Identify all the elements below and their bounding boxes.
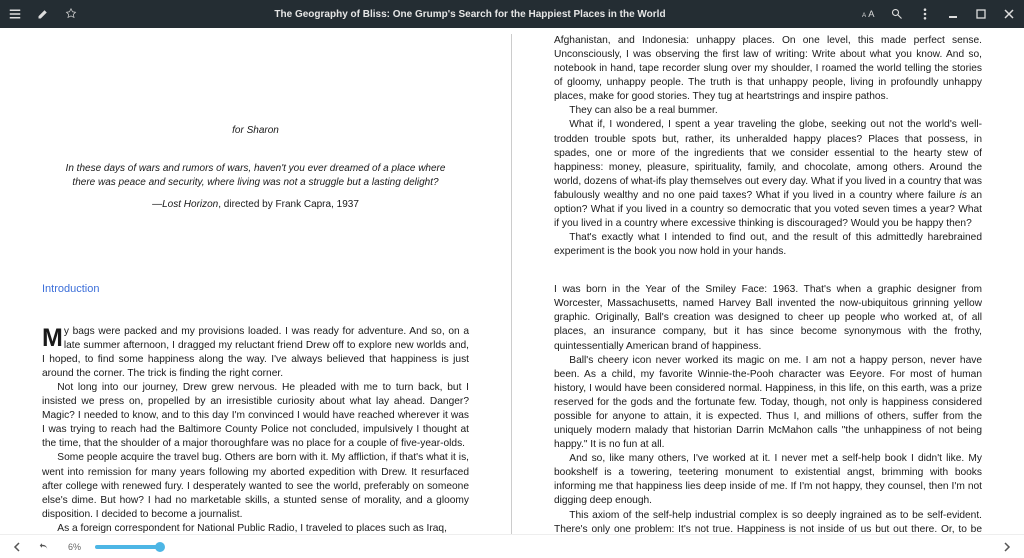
paragraph-2: Not long into our journey, Drew grew ner… (42, 381, 469, 451)
star-icon[interactable] (64, 7, 78, 21)
paragraph-10: Ball's cheery icon never worked its magi… (554, 354, 982, 453)
svg-text:A: A (862, 12, 867, 19)
paragraph-1: My bags were packed and my provisions lo… (42, 325, 469, 381)
minimize-icon[interactable] (946, 7, 960, 21)
slider-thumb[interactable] (155, 542, 165, 552)
window-title: The Geography of Bliss: One Grump's Sear… (78, 9, 862, 20)
p7-a: What if, I wondered, I spent a year trav… (554, 119, 982, 200)
paragraph-3: Some people acquire the travel bug. Othe… (42, 451, 469, 521)
paragraph-8: That's exactly what I intended to find o… (554, 231, 982, 259)
search-icon[interactable] (890, 7, 904, 21)
footer-bar: 6% (0, 534, 1024, 558)
undo-icon[interactable] (38, 540, 52, 554)
font-size-icon[interactable]: AA (862, 7, 876, 21)
prev-page-icon[interactable] (10, 540, 24, 554)
titlebar: The Geography of Bliss: One Grump's Sear… (0, 0, 1024, 28)
page-left[interactable]: for Sharon In these days of wars and rum… (0, 34, 512, 534)
section-heading: Introduction (42, 282, 469, 297)
paragraph-5: Afghanistan, and Indonesia: unhappy plac… (554, 34, 982, 104)
paragraph-7: What if, I wondered, I spent a year trav… (554, 118, 982, 231)
paragraph-4: As a foreign correspondent for National … (42, 522, 469, 534)
sidebar-toggle-icon[interactable] (8, 7, 22, 21)
epigraph-rest: , directed by Frank Capra, 1937 (218, 199, 359, 210)
maximize-icon[interactable] (974, 7, 988, 21)
reader-content: for Sharon In these days of wars and rum… (0, 28, 1024, 534)
edit-icon[interactable] (36, 7, 50, 21)
more-icon[interactable] (918, 7, 932, 21)
page-right[interactable]: Afghanistan, and Indonesia: unhappy plac… (512, 34, 1024, 534)
epigraph-dash: — (152, 199, 162, 210)
paragraph-6: They can also be a real bummer. (554, 104, 982, 118)
progress-slider[interactable] (95, 545, 160, 549)
epigraph-title: Lost Horizon (162, 199, 218, 210)
paragraph-11: And so, like many others, I've worked at… (554, 452, 982, 508)
dedication: for Sharon (42, 124, 469, 138)
p1-rest: y bags were packed and my provisions loa… (42, 326, 469, 379)
epigraph: In these days of wars and rumors of wars… (60, 162, 451, 190)
epigraph-source: —Lost Horizon, directed by Frank Capra, … (42, 198, 469, 212)
paragraph-12: This axiom of the self-help industrial c… (554, 509, 982, 535)
paragraph-9: I was born in the Year of the Smiley Fac… (554, 283, 982, 353)
p7-is: is (959, 190, 966, 201)
dropcap: M (42, 328, 63, 348)
svg-text:A: A (868, 9, 875, 19)
next-page-icon[interactable] (1000, 540, 1014, 554)
close-icon[interactable] (1002, 7, 1016, 21)
progress-percent: 6% (68, 542, 81, 552)
